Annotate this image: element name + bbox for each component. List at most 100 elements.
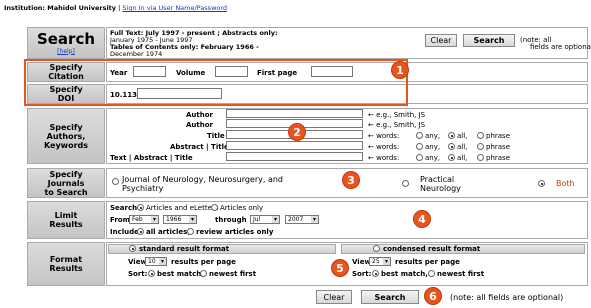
note-bottom: (note: all fields are optional) (450, 293, 564, 302)
condensed-format-radio[interactable] (373, 245, 380, 252)
author-hint-1: ← e.g., Smith, JS (368, 111, 426, 119)
title-all-label: all, (457, 132, 468, 140)
limit-label-2: Results (49, 220, 83, 229)
per-page-right: results per page (395, 258, 460, 266)
from-month-select[interactable]: Feb (129, 215, 159, 224)
text-abstract-title-label: Text | Abstract | Title (110, 154, 193, 162)
search-title: Search (36, 29, 96, 48)
abstract-any-radio[interactable] (416, 143, 423, 150)
title-phrase-label: phrase (486, 132, 511, 140)
jnnp-radio[interactable] (112, 178, 119, 185)
jnnp-label-1: Journal of Neurology, Neurosurgery, and (122, 175, 283, 184)
limit-label-cell: Limit Results (27, 201, 105, 239)
best-match-radio-right[interactable] (372, 270, 379, 277)
marker-6: 6 (424, 287, 442, 305)
clear-button-top[interactable]: Clear (425, 34, 457, 47)
abstract-phrase-label: phrase (486, 143, 511, 151)
text-abstract-title-input[interactable] (226, 152, 363, 161)
clear-button-bottom[interactable]: Clear (316, 290, 352, 304)
sort-label-left: Sort: (128, 270, 148, 278)
text-all-radio[interactable] (448, 154, 455, 161)
search-type-label: Search: (110, 204, 140, 212)
authors-label-3: Keywords (43, 140, 89, 150)
standard-format-label: standard result format (139, 245, 230, 253)
practical-neurology-radio[interactable] (402, 180, 409, 187)
view-select-right[interactable]: 25 (369, 257, 391, 266)
articles-eletters-radio[interactable] (137, 204, 144, 211)
title-any-radio[interactable] (416, 132, 423, 139)
jnnp-label-2: Psychiatry (122, 184, 164, 193)
abstract-title-label: Abstract | Title (170, 143, 229, 151)
both-radio[interactable] (538, 180, 545, 187)
title-all-radio[interactable] (448, 132, 455, 139)
journals-label-cell: Specify Journals to Search (27, 168, 105, 198)
condensed-format-label: condensed result format (383, 245, 481, 253)
view-select-left[interactable]: 10 (145, 257, 167, 266)
through-month-select[interactable]: Jul (250, 215, 280, 224)
all-articles-radio[interactable] (137, 228, 144, 235)
author-label-1: Author (186, 111, 213, 119)
newest-first-right: newest first (437, 270, 485, 278)
practical-label-2: Neurology (420, 184, 461, 193)
authors-label-cell: Specify Authors, Keywords (27, 108, 105, 164)
institution-bar: Institution: Mahidol University | Sign I… (0, 0, 591, 20)
sort-label-right: Sort: (352, 270, 372, 278)
author-input-1[interactable] (226, 109, 363, 118)
best-match-right: best match, (381, 270, 428, 278)
standard-format-radio[interactable] (129, 245, 136, 252)
search-button-bottom[interactable]: Search (361, 290, 419, 304)
help-link[interactable]: [help] (57, 47, 75, 56)
abstract-title-hint: ← words: (368, 143, 400, 151)
newest-first-radio-right[interactable] (428, 270, 435, 277)
through-year-select[interactable]: 2007 (285, 215, 319, 224)
review-only-label: review articles only (196, 228, 274, 236)
text-any-radio[interactable] (416, 154, 423, 161)
text-phrase-radio[interactable] (477, 154, 484, 161)
newest-first-radio-left[interactable] (200, 270, 207, 277)
author-label-2: Author (186, 121, 213, 129)
articles-only-label: Articles only (220, 204, 264, 212)
search-label-cell: Search [help] (27, 27, 105, 59)
format-label-cell: Format Results (27, 242, 105, 286)
limit-label-1: Limit (54, 211, 78, 220)
text-abstract-title-hint: ← words: (368, 154, 400, 162)
title-phrase-radio[interactable] (477, 132, 484, 139)
marker-5: 5 (331, 259, 349, 277)
marker-4: 4 (413, 210, 431, 228)
abstract-any-label: any, (425, 143, 441, 151)
journals-label-3: to Search (44, 187, 88, 197)
marker-1: 1 (391, 61, 409, 79)
newest-first-left: newest first (209, 270, 257, 278)
from-label: From (110, 216, 130, 224)
abstract-title-input[interactable] (226, 141, 363, 150)
review-only-radio[interactable] (187, 228, 194, 235)
authors-label-2: Authors, (46, 131, 86, 141)
note-top-2: fields are optional) (530, 43, 591, 51)
journals-label-1: Specify (49, 169, 83, 179)
abstract-phrase-radio[interactable] (477, 143, 484, 150)
marker-2: 2 (288, 123, 306, 141)
search-button-top[interactable]: Search (463, 34, 515, 47)
best-match-radio-left[interactable] (148, 270, 155, 277)
both-label: Both (556, 179, 575, 188)
text-phrase-label: phrase (486, 154, 511, 162)
authors-label-1: Specify (49, 122, 83, 132)
all-articles-label: all articles, (146, 228, 191, 236)
practical-label-1: Practical (420, 175, 455, 184)
journals-label-2: Journals (47, 178, 85, 188)
include-label: Include (110, 228, 139, 236)
format-label-2: Results (49, 264, 83, 273)
articles-only-radio[interactable] (211, 204, 218, 211)
per-page-left: results per page (171, 258, 236, 266)
citation-doi-highlight (24, 59, 408, 106)
articles-eletters-label: Articles and eLetters (146, 204, 219, 212)
institution-label: Institution: Mahidol University (4, 4, 117, 12)
abstract-all-radio[interactable] (448, 143, 455, 150)
author-hint-2: ← e.g., Smith, JS (368, 121, 426, 129)
from-year-select[interactable]: 1966 (163, 215, 197, 224)
separator: | (118, 4, 121, 12)
through-label: through (215, 216, 247, 224)
title-label: Title (207, 132, 225, 140)
best-match-left: best match, (157, 270, 204, 278)
signin-link[interactable]: Sign In via User Name/Password (122, 4, 227, 12)
